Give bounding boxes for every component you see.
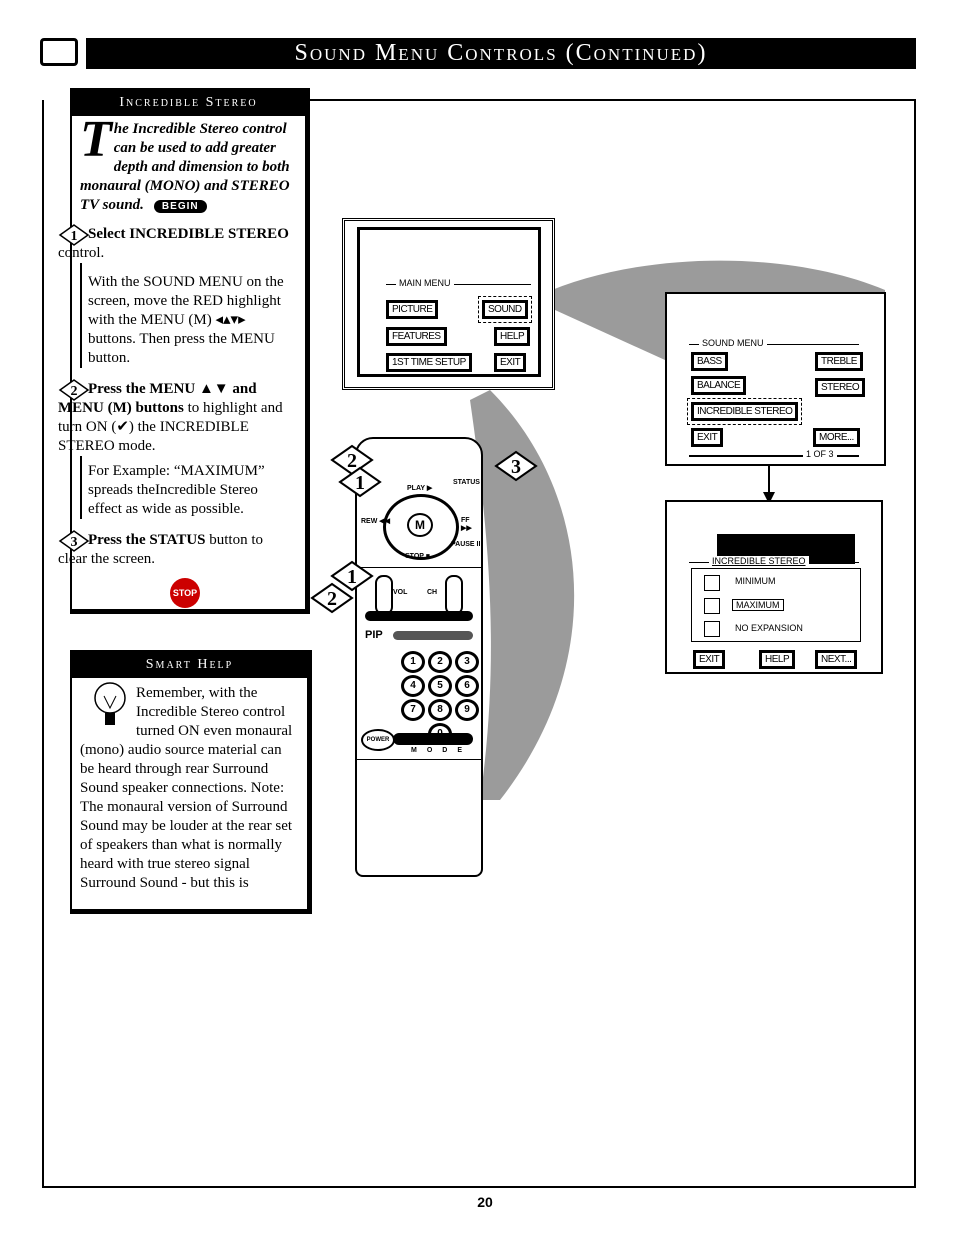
options-list: MINIMUM MAXIMUM NO EXPANSION — [691, 568, 861, 642]
callout-diamonds: 2 1 3 1 2 — [310, 444, 538, 614]
svg-text:3: 3 — [71, 535, 78, 550]
remote-key[interactable]: 3 — [455, 651, 479, 673]
option-no-expansion[interactable]: NO EXPANSION — [732, 623, 806, 633]
frame-divider — [310, 99, 916, 101]
step-body: For Example: “MAXIMUM” spreads theIncred… — [80, 456, 295, 519]
option-minimum[interactable]: MINIMUM — [732, 576, 779, 586]
page-indicator: 1 OF 3 — [803, 449, 837, 459]
step-number-diamond-icon: 2 — [58, 378, 90, 401]
step-title-rest: control. — [58, 245, 105, 261]
step-title: Press the STATUS — [88, 532, 206, 548]
remote-key[interactable]: 5 — [428, 675, 452, 697]
remote-keypad: 1 2 3 4 5 6 7 8 9 0 — [401, 651, 481, 745]
lightbulb-icon — [94, 682, 126, 725]
incredible-menu-label: INCREDIBLE STEREO — [709, 556, 809, 566]
remote-power-button[interactable]: POWER — [361, 729, 395, 751]
menu-item-exit[interactable]: EXIT — [691, 428, 724, 447]
option-maximum[interactable]: MAXIMUM — [732, 599, 784, 611]
screen-inner: MAIN MENU PICTURE SOUND FEATURES HELP 1S… — [357, 227, 541, 377]
checkbox-no-expansion[interactable] — [704, 621, 720, 637]
svg-text:2: 2 — [327, 588, 337, 610]
remote-key[interactable]: 2 — [428, 651, 452, 673]
menu-item-help[interactable]: HELP — [494, 327, 531, 346]
menu-item-incredible-stereo[interactable]: INCREDIBLE STEREO — [686, 398, 803, 425]
manual-page: Sound Menu Controls (Continued) Incredib… — [0, 0, 954, 1235]
remote-key[interactable]: 6 — [455, 675, 479, 697]
menu-item-features[interactable]: FEATURES — [386, 327, 447, 346]
remote-key[interactable]: 7 — [401, 699, 425, 721]
menu-item-balance[interactable]: BALANCE — [691, 376, 747, 395]
svg-text:1: 1 — [355, 472, 365, 494]
next-button[interactable]: NEXT... — [815, 650, 858, 669]
smart-help-panel: Smart Help Remember, with the Incredible… — [70, 650, 312, 914]
exit-button[interactable]: EXIT — [693, 650, 726, 669]
main-menu-label: MAIN MENU — [396, 278, 454, 288]
page-number: 20 — [477, 1194, 493, 1210]
menu-item-bass[interactable]: BASS — [691, 352, 728, 371]
tv-icon — [40, 38, 78, 66]
remote-label-pip: PIP — [365, 629, 383, 641]
help-button[interactable]: HELP — [759, 650, 796, 669]
menu-item-sound[interactable]: SOUND — [478, 296, 532, 323]
incredible-stereo-panel: Incredible Stereo The Incredible Stereo … — [58, 88, 310, 614]
begin-badge: BEGIN — [153, 200, 207, 213]
svg-text:3: 3 — [511, 456, 521, 478]
drop-cap: T — [80, 111, 112, 168]
remote-mode-buttons[interactable] — [393, 733, 473, 745]
menu-item-picture[interactable]: PICTURE — [386, 300, 439, 319]
remote-key[interactable]: 9 — [455, 699, 479, 721]
remote-key[interactable]: 8 — [428, 699, 452, 721]
sound-menu-label: SOUND MENU — [699, 338, 767, 348]
stop-badge: STOP — [170, 578, 200, 608]
menu-item-exit[interactable]: EXIT — [494, 353, 527, 372]
remote-key[interactable]: 4 — [401, 675, 425, 697]
step-2: 2 Press the MENU ▲▼ and MENU (M) buttons … — [58, 378, 295, 519]
svg-text:2: 2 — [347, 450, 357, 472]
panel-heading: Smart Help — [72, 652, 307, 678]
menu-item-first-time-setup[interactable]: 1ST TIME SETUP — [386, 353, 472, 372]
step-body: With the SOUND MENU on the screen, move … — [80, 263, 295, 368]
main-menu-screen: MAIN MENU PICTURE SOUND FEATURES HELP 1S… — [342, 218, 555, 390]
arrow-down-icon — [763, 464, 775, 504]
step-1: 1 Select INCREDIBLE STEREO control. With … — [58, 223, 295, 368]
step-number-diamond-icon: 3 — [58, 529, 90, 552]
svg-text:1: 1 — [347, 566, 357, 588]
checkbox-minimum[interactable] — [704, 575, 720, 591]
incredible-stereo-screen: INCREDIBLE STEREO MINIMUM MAXIMUM NO EXP… — [665, 500, 883, 674]
intro-text: The Incredible Stereo control can be use… — [80, 111, 295, 215]
step-3: 3 Press the STATUS button to clear the sc… — [58, 529, 295, 569]
step-title: Select INCREDIBLE STEREO — [88, 226, 289, 242]
remote-mode-label: MODE — [411, 747, 473, 754]
sound-menu-screen: SOUND MENU BASS TREBLE BALANCE STEREO IN… — [665, 292, 886, 466]
svg-text:2: 2 — [71, 384, 78, 399]
remote-pip-bar[interactable] — [393, 631, 473, 640]
menu-item-more[interactable]: MORE... — [813, 428, 860, 447]
svg-text:1: 1 — [71, 229, 78, 244]
checkbox-maximum[interactable] — [704, 598, 720, 614]
step-number-diamond-icon: 1 — [58, 223, 90, 246]
menu-item-treble[interactable]: TREBLE — [815, 352, 863, 371]
remote-key[interactable]: 1 — [401, 651, 425, 673]
page-title: Sound Menu Controls (Continued) — [86, 38, 916, 69]
menu-item-stereo[interactable]: STEREO — [815, 378, 866, 397]
